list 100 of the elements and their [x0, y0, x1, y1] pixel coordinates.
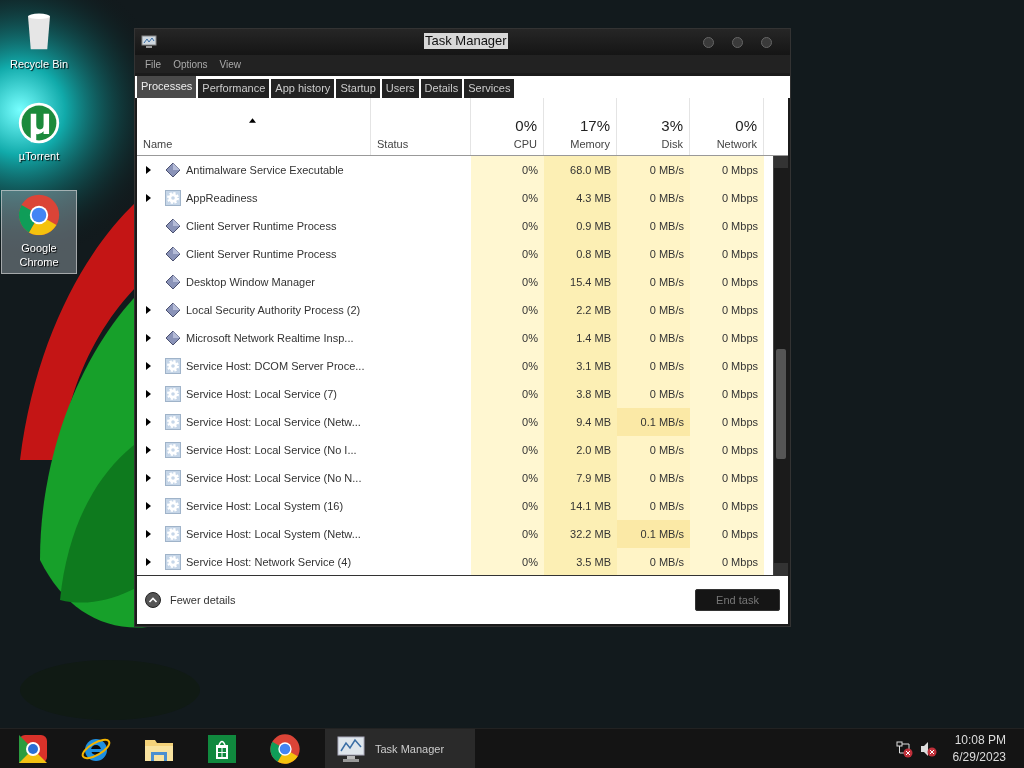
tab[interactable]: App history: [271, 79, 335, 98]
process-name-cell[interactable]: Client Server Runtime Process: [137, 239, 371, 268]
cpu-cell: 0%: [471, 183, 544, 212]
scrollbar[interactable]: [773, 155, 788, 576]
scroll-thumb[interactable]: [776, 348, 786, 459]
close-button[interactable]: [761, 36, 772, 48]
network-cell: 0 Mbps: [690, 267, 764, 296]
menu-item[interactable]: View: [213, 58, 248, 70]
column-header[interactable]: 17% Memory: [544, 98, 617, 155]
diamond-icon: [165, 245, 181, 262]
cpu-cell: 0%: [471, 155, 544, 184]
menu-item[interactable]: File: [139, 58, 168, 70]
process-name-cell[interactable]: Local Security Authority Process (2): [137, 295, 371, 324]
network-cell: 0 Mbps: [690, 155, 764, 184]
diamond-icon: [165, 273, 181, 290]
process-name-cell[interactable]: Service Host: Local Service (No I...: [137, 435, 371, 464]
column-header[interactable]: 0% Network: [690, 98, 764, 155]
diamond-icon: [165, 217, 181, 234]
cpu-cell: 0%: [471, 323, 544, 352]
gear-icon: [165, 497, 181, 514]
expand-arrow-icon[interactable]: [146, 473, 151, 482]
tab[interactable]: Performance: [198, 79, 270, 98]
process-name-cell[interactable]: Antimalware Service Executable: [137, 155, 371, 184]
cpu-cell: 0%: [471, 267, 544, 296]
network-cell: 0 Mbps: [690, 295, 764, 324]
disk-cell: 0 MB/s: [617, 239, 690, 268]
cpu-cell: 0%: [471, 351, 544, 380]
expand-arrow-icon[interactable]: [146, 333, 151, 342]
network-error-icon[interactable]: [894, 740, 913, 758]
process-name-cell[interactable]: Service Host: Network Service (4): [137, 547, 371, 576]
process-name-cell[interactable]: Desktop Window Manager: [137, 267, 371, 296]
memory-cell: 4.3 MB: [544, 183, 617, 212]
network-cell: 0 Mbps: [690, 407, 764, 436]
disk-cell: 0.1 MB/s: [617, 519, 690, 548]
tab[interactable]: Users: [381, 79, 419, 98]
expand-arrow-icon[interactable]: [146, 389, 151, 398]
minimize-button[interactable]: [703, 36, 714, 48]
process-name-cell[interactable]: Service Host: DCOM Server Proce...: [137, 351, 371, 380]
tab[interactable]: Startup: [336, 79, 380, 98]
expand-arrow-icon[interactable]: [146, 417, 151, 426]
process-name-cell[interactable]: Service Host: Local Service (7): [137, 379, 371, 408]
column-header[interactable]: Status: [371, 98, 471, 155]
taskbar-button[interactable]: Task Manager: [325, 729, 475, 768]
expand-arrow-icon[interactable]: [146, 501, 151, 510]
process-name-cell[interactable]: Service Host: Local System (Netw...: [137, 519, 371, 548]
expand-arrow-icon[interactable]: [146, 529, 151, 538]
expand-arrow-icon[interactable]: [146, 445, 151, 454]
column-header[interactable]: Name: [137, 98, 371, 155]
network-cell: 0 Mbps: [690, 239, 764, 268]
process-name-cell[interactable]: Service Host: Local Service (Netw...: [137, 407, 371, 436]
tab[interactable]: Services: [464, 79, 515, 98]
gear-icon: [165, 385, 181, 402]
cpu-cell: 0%: [471, 547, 544, 576]
utorrent-icon: [17, 101, 61, 145]
gear-icon: [165, 553, 181, 570]
network-cell: 0 Mbps: [690, 323, 764, 352]
cpu-cell: 0%: [471, 435, 544, 464]
process-name-cell[interactable]: Microsoft Network Realtime Insp...: [137, 323, 371, 352]
cpu-cell: 0%: [471, 491, 544, 520]
maximize-button[interactable]: [732, 36, 743, 48]
network-cell: 0 Mbps: [690, 491, 764, 520]
process-name-cell[interactable]: Client Server Runtime Process: [137, 211, 371, 240]
chrome-icon: [269, 733, 301, 765]
memory-cell: 68.0 MB: [544, 155, 617, 184]
memory-cell: 32.2 MB: [544, 519, 617, 548]
tab[interactable]: Processes: [137, 76, 197, 98]
memory-cell: 15.4 MB: [544, 267, 617, 296]
diamond-icon: [165, 161, 181, 178]
cpu-cell: 0%: [471, 379, 544, 408]
desktop-icon[interactable]: Recycle Bin: [1, 6, 77, 76]
speaker-muted-icon[interactable]: [918, 740, 937, 758]
gear-icon: [165, 189, 181, 206]
gear-icon: [165, 413, 181, 430]
diamond-icon: [165, 329, 181, 346]
gear-icon: [165, 525, 181, 542]
tab[interactable]: Details: [420, 79, 463, 98]
column-header[interactable]: 3% Disk: [617, 98, 690, 155]
gear-icon: [165, 357, 181, 374]
process-name-cell[interactable]: Service Host: Local Service (No N...: [137, 463, 371, 492]
expand-arrow-icon[interactable]: [146, 165, 151, 174]
monitor-icon: [335, 733, 367, 765]
gear-icon: [165, 469, 181, 486]
desktop-icon[interactable]: Google Chrome: [1, 190, 77, 274]
disk-cell: 0 MB/s: [617, 323, 690, 352]
network-cell: 0 Mbps: [690, 463, 764, 492]
clock[interactable]: 10:08 PM 6/29/2023: [952, 732, 1006, 766]
memory-cell: 2.2 MB: [544, 295, 617, 324]
memory-cell: 3.5 MB: [544, 547, 617, 576]
canary-icon: [17, 733, 49, 765]
process-name-cell[interactable]: AppReadiness: [137, 183, 371, 212]
expand-arrow-icon[interactable]: [146, 557, 151, 566]
expand-arrow-icon[interactable]: [146, 305, 151, 314]
expand-arrow-icon[interactable]: [146, 361, 151, 370]
menu-item[interactable]: Options: [167, 58, 214, 70]
network-cell: 0 Mbps: [690, 211, 764, 240]
network-cell: 0 Mbps: [690, 379, 764, 408]
memory-cell: 0.9 MB: [544, 211, 617, 240]
column-header[interactable]: 0% CPU: [471, 98, 544, 155]
expand-arrow-icon[interactable]: [146, 193, 151, 202]
process-name-cell[interactable]: Service Host: Local System (16): [137, 491, 371, 520]
